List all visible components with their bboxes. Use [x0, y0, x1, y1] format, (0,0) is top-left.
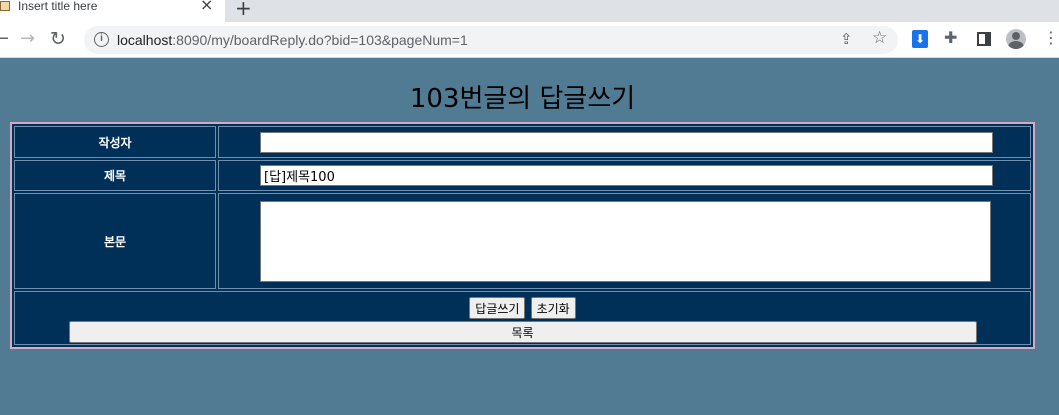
url-path: :8090/my/boardReply.do?bid=103&pageNum=1	[172, 32, 468, 48]
bookmark-star-icon[interactable]: ☆	[872, 28, 887, 48]
tab-close-icon[interactable]: ×	[200, 0, 213, 13]
title-input[interactable]	[260, 165, 993, 186]
writer-label: 작성자	[14, 126, 216, 158]
browser-toolbar: ← → ↻ i localhost:8090/my/boardReply.do?…	[0, 22, 1059, 58]
title-label: 제목	[14, 160, 216, 191]
body-label: 본문	[14, 193, 216, 289]
forward-icon[interactable]: →	[20, 29, 35, 49]
reply-form-table: 작성자 제목 본문 답글쓰기 초기화 목록	[10, 122, 1035, 349]
list-button[interactable]: 목록	[68, 321, 977, 343]
page-title: 103번글의 답글쓰기	[409, 84, 636, 114]
writer-input[interactable]	[260, 131, 993, 153]
url-text[interactable]: localhost:8090/my/boardReply.do?bid=103&…	[117, 32, 468, 48]
reload-icon[interactable]: ↻	[50, 29, 66, 49]
new-tab-icon[interactable]: +	[235, 0, 252, 20]
button-cell: 답글쓰기 초기화 목록	[14, 291, 1031, 345]
browser-tab[interactable]: Insert title here ×	[0, 0, 225, 22]
writer-row: 작성자	[14, 126, 1031, 158]
address-bar[interactable]: i localhost:8090/my/boardReply.do?bid=10…	[84, 26, 898, 54]
download-extension-icon[interactable]: ⬇	[912, 30, 928, 48]
tab-strip: Insert title here × +	[0, 0, 1059, 22]
writer-cell	[218, 126, 1031, 158]
title-cell	[218, 160, 1031, 191]
tab-title: Insert title here	[18, 0, 98, 13]
side-panel-icon[interactable]	[977, 32, 991, 46]
body-textarea[interactable]	[260, 200, 991, 282]
profile-avatar-icon[interactable]	[1006, 29, 1026, 49]
reset-button[interactable]: 초기화	[530, 297, 576, 319]
body-row: 본문	[14, 193, 1031, 289]
page-favicon-icon	[0, 1, 10, 11]
extensions-puzzle-icon[interactable]: ✚	[944, 28, 957, 47]
submit-reply-button[interactable]: 답글쓰기	[469, 297, 526, 319]
site-info-icon[interactable]: i	[94, 32, 109, 47]
button-row: 답글쓰기 초기화 목록	[14, 291, 1031, 345]
title-row: 제목	[14, 160, 1031, 191]
browser-menu-icon[interactable]: ⋮	[1043, 28, 1059, 47]
share-icon[interactable]: ⇪	[840, 30, 853, 48]
body-cell	[218, 193, 1031, 289]
url-host: localhost	[117, 32, 173, 48]
back-icon[interactable]: ←	[0, 29, 9, 49]
